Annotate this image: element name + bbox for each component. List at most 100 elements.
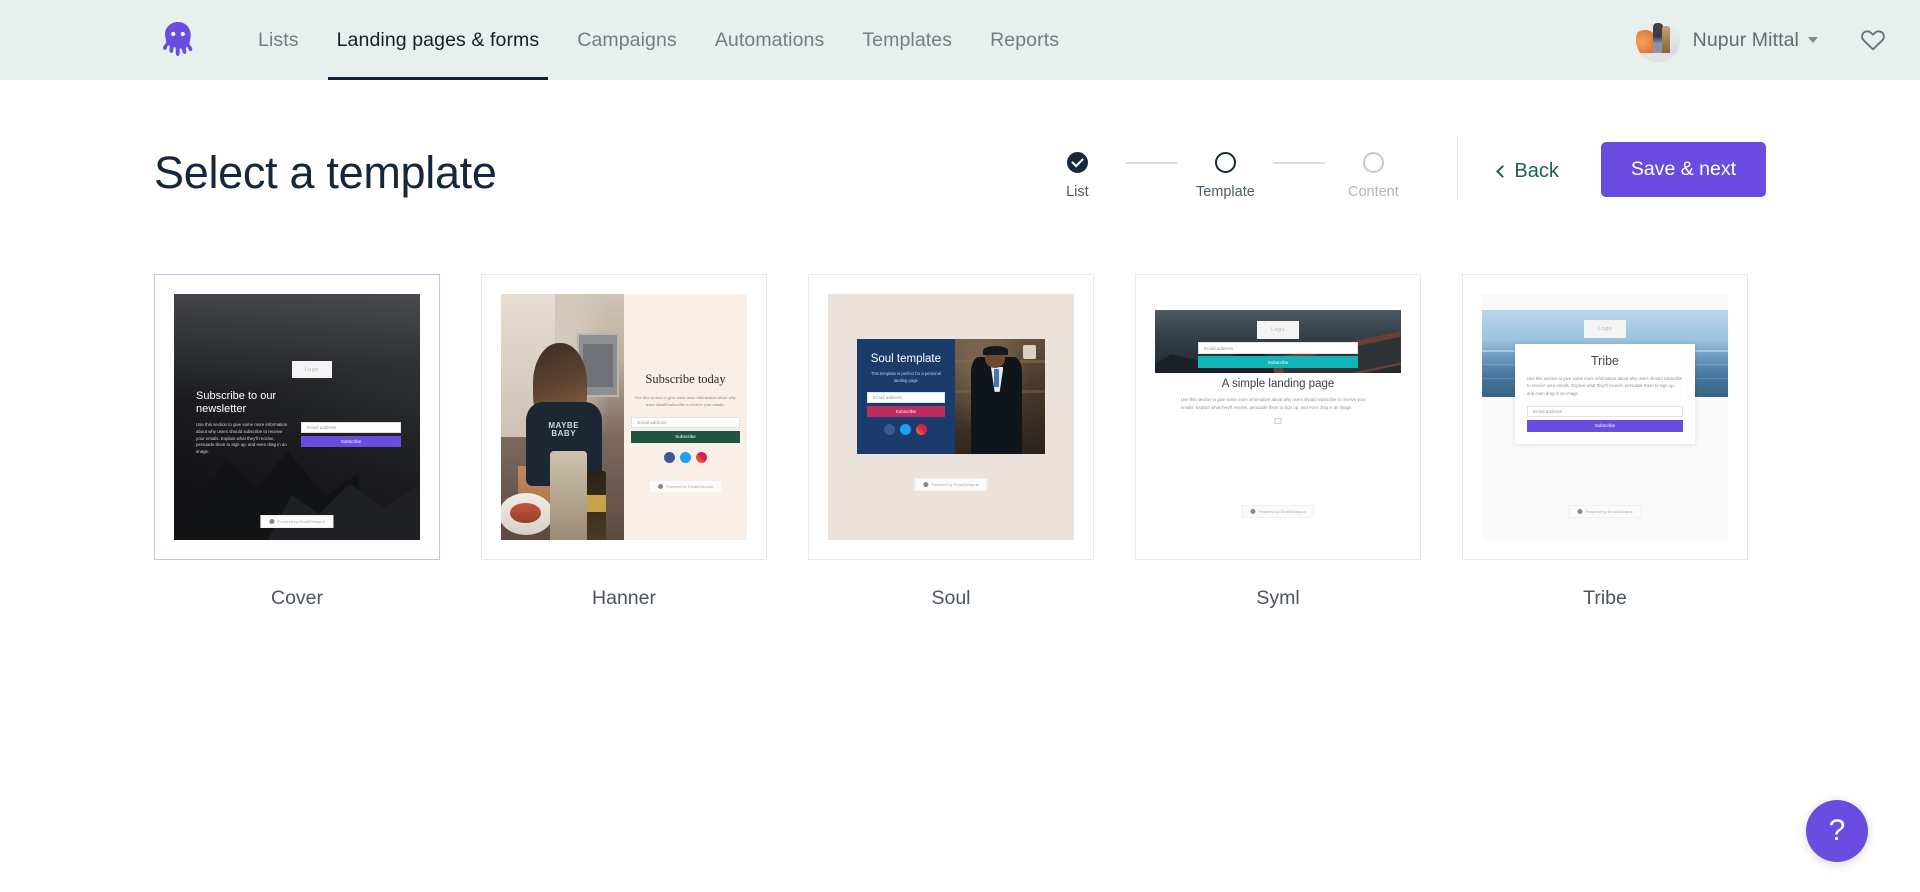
template-card-syml[interactable]: Logo Email address Subscribe A simple la…	[1135, 274, 1421, 560]
cover-logo-placeholder: Logo	[291, 361, 332, 378]
twitter-icon	[680, 451, 691, 463]
wizard-stepper: List Template Content	[1029, 138, 1421, 200]
template-thumbnail-cover: Logo Subscribe to our newsletter Use thi…	[174, 294, 420, 540]
facebook-icon	[664, 451, 675, 463]
template-card-cover[interactable]: Logo Subscribe to our newsletter Use thi…	[154, 274, 440, 560]
soul-photo	[954, 339, 1045, 454]
header-user-area: Nupur Mittal	[1635, 18, 1886, 62]
template-grid: Logo Subscribe to our newsletter Use thi…	[154, 274, 1766, 610]
syml-logo-placeholder: Logo	[1257, 321, 1299, 339]
soul-email-input: Email address	[867, 391, 945, 403]
octopus-logo[interactable]	[145, 21, 211, 59]
step-content-label: Content	[1347, 184, 1399, 200]
template-cell-tribe: Logo Tribe Use this section to give some…	[1462, 274, 1748, 610]
octopus-mark-icon	[1250, 509, 1256, 514]
vertical-divider	[1457, 138, 1459, 200]
twitter-icon	[900, 423, 912, 435]
nav-item-reports[interactable]: Reports	[971, 0, 1078, 80]
page-body: Select a template List Template Content	[0, 80, 1920, 610]
cover-email-input: Email address	[301, 422, 401, 433]
tribe-powered-by-label: Powered by EmailOctopus	[1585, 509, 1633, 514]
nav-item-automations[interactable]: Automations	[696, 0, 844, 80]
step-content[interactable]: Content	[1325, 152, 1421, 200]
tribe-powered-by: Powered by EmailOctopus	[1568, 505, 1642, 518]
template-card-soul[interactable]: Soul template This template is perfect f…	[808, 274, 1094, 560]
hanner-heading: Subscribe today	[645, 372, 726, 386]
tribe-body-text: Use this section to give some more infor…	[1527, 376, 1683, 396]
soul-inner-card: Soul template This template is perfect f…	[857, 339, 1045, 454]
hanner-subscribe-button: Subscribe	[631, 430, 740, 443]
cover-powered-by: Powered by EmailOctopus	[260, 515, 334, 528]
template-thumbnail-hanner: MAYBE BABY Subscribe today Use this sect…	[501, 294, 747, 540]
template-card-tribe[interactable]: Logo Tribe Use this section to give some…	[1462, 274, 1748, 560]
top-navigation-bar: Lists Landing pages & forms Campaigns Au…	[0, 0, 1920, 80]
soul-body-text: This template is perfect for a personal …	[870, 371, 941, 383]
template-name-soul: Soul	[931, 587, 971, 609]
soul-subscribe-button: Subscribe	[867, 405, 945, 417]
syml-image-placeholder-icon	[1274, 418, 1282, 424]
step-connector-1	[1125, 162, 1178, 164]
nav-item-landing-pages-and-forms[interactable]: Landing pages & forms	[318, 0, 559, 80]
template-name-hanner: Hanner	[592, 587, 656, 609]
hanner-powered-by: Powered by EmailOctopus	[648, 479, 723, 493]
page-actions: List Template Content Back Save & next	[1029, 138, 1766, 200]
octopus-mark-icon	[657, 483, 663, 489]
hanner-photo: MAYBE BABY	[501, 294, 624, 540]
tribe-email-input: Email address	[1527, 405, 1683, 417]
step-list[interactable]: List	[1029, 152, 1125, 200]
syml-body-text: Use this section to give some more infor…	[1181, 397, 1366, 410]
instagram-icon	[916, 423, 928, 435]
template-name-cover: Cover	[270, 587, 324, 609]
step-list-label: List	[1066, 184, 1089, 200]
chevron-down-icon[interactable]	[1808, 37, 1818, 43]
back-button-label: Back	[1514, 159, 1559, 182]
syml-powered-by: Powered by EmailOctopus	[1241, 505, 1315, 518]
step-template-label: Template	[1195, 184, 1255, 200]
template-card-hanner[interactable]: MAYBE BABY Subscribe today Use this sect…	[481, 274, 767, 560]
step-template[interactable]: Template	[1177, 152, 1273, 200]
step-template-indicator	[1214, 152, 1236, 173]
octopus-mark-icon	[923, 482, 929, 487]
soul-panel: Soul template This template is perfect f…	[857, 339, 955, 454]
tribe-subscribe-button: Subscribe	[1527, 419, 1683, 432]
hanner-social-icons	[664, 451, 707, 463]
syml-email-input: Email address	[1198, 342, 1358, 354]
back-button[interactable]: Back	[1496, 156, 1559, 183]
main-nav: Lists Landing pages & forms Campaigns Au…	[239, 0, 1078, 80]
save-and-next-button[interactable]: Save & next	[1600, 141, 1766, 197]
soul-social-icons	[867, 423, 945, 435]
cover-body-text: Use this section to give some more infor…	[196, 422, 288, 455]
nav-item-campaigns[interactable]: Campaigns	[558, 0, 696, 80]
syml-subscribe-button: Subscribe	[1198, 356, 1358, 368]
heart-icon[interactable]	[1860, 28, 1886, 52]
template-name-tribe: Tribe	[1583, 587, 1627, 609]
hanner-powered-by-label: Powered by EmailOctopus	[665, 483, 714, 489]
template-thumbnail-syml: Logo Email address Subscribe A simple la…	[1155, 294, 1401, 540]
octopus-mark-icon	[1577, 509, 1583, 514]
step-content-indicator	[1362, 152, 1384, 173]
step-list-indicator	[1066, 152, 1088, 173]
tribe-heading: Tribe	[1590, 354, 1619, 368]
nav-item-lists[interactable]: Lists	[239, 0, 318, 80]
template-cell-cover: Logo Subscribe to our newsletter Use thi…	[154, 274, 440, 610]
soul-powered-by-label: Powered by EmailOctopus	[931, 482, 979, 487]
syml-powered-by-label: Powered by EmailOctopus	[1258, 509, 1306, 514]
soul-heading: Soul template	[870, 353, 942, 365]
template-cell-hanner: MAYBE BABY Subscribe today Use this sect…	[481, 274, 767, 610]
user-name[interactable]: Nupur Mittal	[1693, 29, 1799, 52]
cover-powered-by-label: Powered by EmailOctopus	[277, 519, 325, 524]
template-cell-soul: Soul template This template is perfect f…	[808, 274, 1094, 610]
template-thumbnail-tribe: Logo Tribe Use this section to give some…	[1482, 294, 1728, 540]
hanner-body-text: Use this section to give some more infor…	[635, 395, 736, 407]
nav-item-templates[interactable]: Templates	[843, 0, 971, 80]
page-header-row: Select a template List Template Content	[154, 80, 1766, 200]
facebook-icon	[884, 423, 896, 435]
page-title: Select a template	[154, 147, 497, 198]
avatar[interactable]	[1635, 18, 1680, 62]
tribe-inner-card: Tribe Use this section to give some more…	[1515, 344, 1695, 444]
cover-subscribe-button: Subscribe	[301, 436, 401, 447]
template-thumbnail-soul: Soul template This template is perfect f…	[828, 294, 1074, 540]
help-button[interactable]: ?	[1806, 800, 1868, 862]
octopus-mark-icon	[269, 519, 275, 524]
cover-background-image	[174, 294, 420, 540]
